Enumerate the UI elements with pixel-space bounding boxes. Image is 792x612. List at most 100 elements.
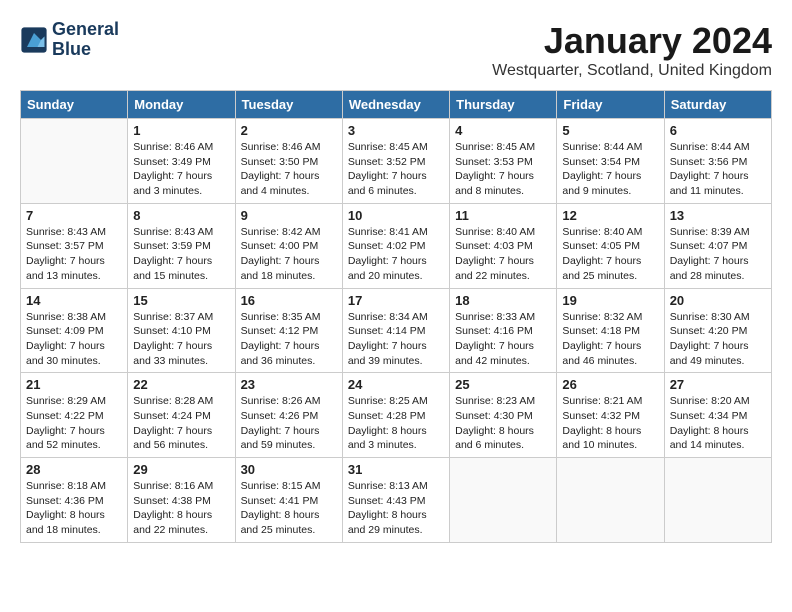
- day-number: 18: [455, 293, 551, 308]
- column-header-tuesday: Tuesday: [235, 91, 342, 119]
- calendar-cell: 1Sunrise: 8:46 AMSunset: 3:49 PMDaylight…: [128, 119, 235, 204]
- day-number: 11: [455, 208, 551, 223]
- day-number: 12: [562, 208, 658, 223]
- day-info: Sunrise: 8:45 AMSunset: 3:53 PMDaylight:…: [455, 140, 551, 199]
- calendar-cell: 27Sunrise: 8:20 AMSunset: 4:34 PMDayligh…: [664, 373, 771, 458]
- calendar-cell: 4 Sunrise: 8:45 AMSunset: 3:53 PMDaylight…: [450, 119, 557, 204]
- day-number: 27: [670, 377, 766, 392]
- column-header-saturday: Saturday: [664, 91, 771, 119]
- day-info: Sunrise: 8:43 AMSunset: 3:59 PMDaylight:…: [133, 225, 229, 284]
- logo-icon: [20, 26, 48, 54]
- calendar-cell: 25 Sunrise: 8:23 AMSunset: 4:30 PMDayligh…: [450, 373, 557, 458]
- day-info: Sunrise: 8:45 AMSunset: 3:52 PMDaylight:…: [348, 140, 444, 199]
- calendar-cell: 23Sunrise: 8:26 AMSunset: 4:26 PMDayligh…: [235, 373, 342, 458]
- calendar-cell: 10 Sunrise: 8:41 AMSunset: 4:02 PMDayligh…: [342, 203, 449, 288]
- day-info: Sunrise: 8:16 AMSunset: 4:38 PMDaylight:…: [133, 479, 229, 538]
- day-info: Sunrise: 8:26 AMSunset: 4:26 PMDaylight:…: [241, 394, 337, 453]
- day-info: Sunrise: 8:35 AMSunset: 4:12 PMDaylight:…: [241, 310, 337, 369]
- calendar-cell: 18 Sunrise: 8:33 AMSunset: 4:16 PMDayligh…: [450, 288, 557, 373]
- day-info: Sunrise: 8:23 AMSunset: 4:30 PMDaylight:…: [455, 394, 551, 453]
- page-header: General Blue January 2024 Westquarter, S…: [20, 20, 772, 80]
- day-number: 19: [562, 293, 658, 308]
- calendar-cell: 29 Sunrise: 8:16 AMSunset: 4:38 PMDayligh…: [128, 458, 235, 543]
- day-number: 29: [133, 462, 229, 477]
- calendar-week-row: 1Sunrise: 8:46 AMSunset: 3:49 PMDaylight…: [21, 119, 772, 204]
- calendar-cell: 30 Sunrise: 8:15 AMSunset: 4:41 PMDayligh…: [235, 458, 342, 543]
- day-info: Sunrise: 8:30 AMSunset: 4:20 PMDaylight:…: [670, 310, 766, 369]
- day-info: Sunrise: 8:18 AMSunset: 4:36 PMDaylight:…: [26, 479, 122, 538]
- day-number: 20: [670, 293, 766, 308]
- day-info: Sunrise: 8:33 AMSunset: 4:16 PMDaylight:…: [455, 310, 551, 369]
- title-area: January 2024 Westquarter, Scotland, Unit…: [492, 20, 772, 80]
- logo: General Blue: [20, 20, 119, 60]
- column-header-thursday: Thursday: [450, 91, 557, 119]
- calendar-cell: [450, 458, 557, 543]
- day-number: 30: [241, 462, 337, 477]
- day-info: Sunrise: 8:44 AMSunset: 3:56 PMDaylight:…: [670, 140, 766, 199]
- day-info: Sunrise: 8:42 AMSunset: 4:00 PMDaylight:…: [241, 225, 337, 284]
- column-header-wednesday: Wednesday: [342, 91, 449, 119]
- calendar-cell: 6 Sunrise: 8:44 AMSunset: 3:56 PMDaylight…: [664, 119, 771, 204]
- day-number: 6: [670, 123, 766, 138]
- calendar-cell: 8 Sunrise: 8:43 AMSunset: 3:59 PMDaylight…: [128, 203, 235, 288]
- day-number: 9: [241, 208, 337, 223]
- calendar-cell: 17 Sunrise: 8:34 AMSunset: 4:14 PMDayligh…: [342, 288, 449, 373]
- day-number: 10: [348, 208, 444, 223]
- day-number: 14: [26, 293, 122, 308]
- day-info: Sunrise: 8:34 AMSunset: 4:14 PMDaylight:…: [348, 310, 444, 369]
- calendar-cell: 12Sunrise: 8:40 AMSunset: 4:05 PMDayligh…: [557, 203, 664, 288]
- day-info: Sunrise: 8:39 AMSunset: 4:07 PMDaylight:…: [670, 225, 766, 284]
- day-number: 15: [133, 293, 229, 308]
- calendar-table: SundayMondayTuesdayWednesdayThursdayFrid…: [20, 90, 772, 543]
- day-number: 8: [133, 208, 229, 223]
- calendar-cell: 31Sunrise: 8:13 AMSunset: 4:43 PMDayligh…: [342, 458, 449, 543]
- day-number: 21: [26, 377, 122, 392]
- day-info: Sunrise: 8:38 AMSunset: 4:09 PMDaylight:…: [26, 310, 122, 369]
- day-info: Sunrise: 8:46 AMSunset: 3:50 PMDaylight:…: [241, 140, 337, 199]
- calendar-cell: 15 Sunrise: 8:37 AMSunset: 4:10 PMDayligh…: [128, 288, 235, 373]
- day-info: Sunrise: 8:43 AMSunset: 3:57 PMDaylight:…: [26, 225, 122, 284]
- calendar-cell: 11 Sunrise: 8:40 AMSunset: 4:03 PMDayligh…: [450, 203, 557, 288]
- day-info: Sunrise: 8:25 AMSunset: 4:28 PMDaylight:…: [348, 394, 444, 453]
- day-number: 24: [348, 377, 444, 392]
- calendar-week-row: 14 Sunrise: 8:38 AMSunset: 4:09 PMDayligh…: [21, 288, 772, 373]
- calendar-body: 1Sunrise: 8:46 AMSunset: 3:49 PMDaylight…: [21, 119, 772, 543]
- column-header-monday: Monday: [128, 91, 235, 119]
- day-info: Sunrise: 8:37 AMSunset: 4:10 PMDaylight:…: [133, 310, 229, 369]
- day-info: Sunrise: 8:40 AMSunset: 4:03 PMDaylight:…: [455, 225, 551, 284]
- calendar-cell: 28Sunrise: 8:18 AMSunset: 4:36 PMDayligh…: [21, 458, 128, 543]
- calendar-cell: [557, 458, 664, 543]
- calendar-cell: 5Sunrise: 8:44 AMSunset: 3:54 PMDaylight…: [557, 119, 664, 204]
- day-number: 17: [348, 293, 444, 308]
- day-info: Sunrise: 8:41 AMSunset: 4:02 PMDaylight:…: [348, 225, 444, 284]
- day-info: Sunrise: 8:44 AMSunset: 3:54 PMDaylight:…: [562, 140, 658, 199]
- calendar-cell: 9 Sunrise: 8:42 AMSunset: 4:00 PMDaylight…: [235, 203, 342, 288]
- day-number: 13: [670, 208, 766, 223]
- location-title: Westquarter, Scotland, United Kingdom: [492, 62, 772, 80]
- calendar-cell: 7Sunrise: 8:43 AMSunset: 3:57 PMDaylight…: [21, 203, 128, 288]
- calendar-header-row: SundayMondayTuesdayWednesdayThursdayFrid…: [21, 91, 772, 119]
- day-number: 4: [455, 123, 551, 138]
- day-number: 2: [241, 123, 337, 138]
- column-header-friday: Friday: [557, 91, 664, 119]
- calendar-cell: [21, 119, 128, 204]
- calendar-cell: 14 Sunrise: 8:38 AMSunset: 4:09 PMDayligh…: [21, 288, 128, 373]
- calendar-cell: 16Sunrise: 8:35 AMSunset: 4:12 PMDayligh…: [235, 288, 342, 373]
- day-info: Sunrise: 8:15 AMSunset: 4:41 PMDaylight:…: [241, 479, 337, 538]
- calendar-week-row: 7Sunrise: 8:43 AMSunset: 3:57 PMDaylight…: [21, 203, 772, 288]
- calendar-cell: 21 Sunrise: 8:29 AMSunset: 4:22 PMDayligh…: [21, 373, 128, 458]
- day-info: Sunrise: 8:13 AMSunset: 4:43 PMDaylight:…: [348, 479, 444, 538]
- day-info: Sunrise: 8:29 AMSunset: 4:22 PMDaylight:…: [26, 394, 122, 453]
- calendar-cell: 24 Sunrise: 8:25 AMSunset: 4:28 PMDayligh…: [342, 373, 449, 458]
- column-header-sunday: Sunday: [21, 91, 128, 119]
- day-info: Sunrise: 8:32 AMSunset: 4:18 PMDaylight:…: [562, 310, 658, 369]
- day-number: 25: [455, 377, 551, 392]
- calendar-week-row: 28Sunrise: 8:18 AMSunset: 4:36 PMDayligh…: [21, 458, 772, 543]
- calendar-cell: 13 Sunrise: 8:39 AMSunset: 4:07 PMDayligh…: [664, 203, 771, 288]
- day-number: 22: [133, 377, 229, 392]
- day-info: Sunrise: 8:28 AMSunset: 4:24 PMDaylight:…: [133, 394, 229, 453]
- calendar-cell: 22 Sunrise: 8:28 AMSunset: 4:24 PMDayligh…: [128, 373, 235, 458]
- day-info: Sunrise: 8:21 AMSunset: 4:32 PMDaylight:…: [562, 394, 658, 453]
- month-title: January 2024: [492, 20, 772, 62]
- calendar-cell: 26Sunrise: 8:21 AMSunset: 4:32 PMDayligh…: [557, 373, 664, 458]
